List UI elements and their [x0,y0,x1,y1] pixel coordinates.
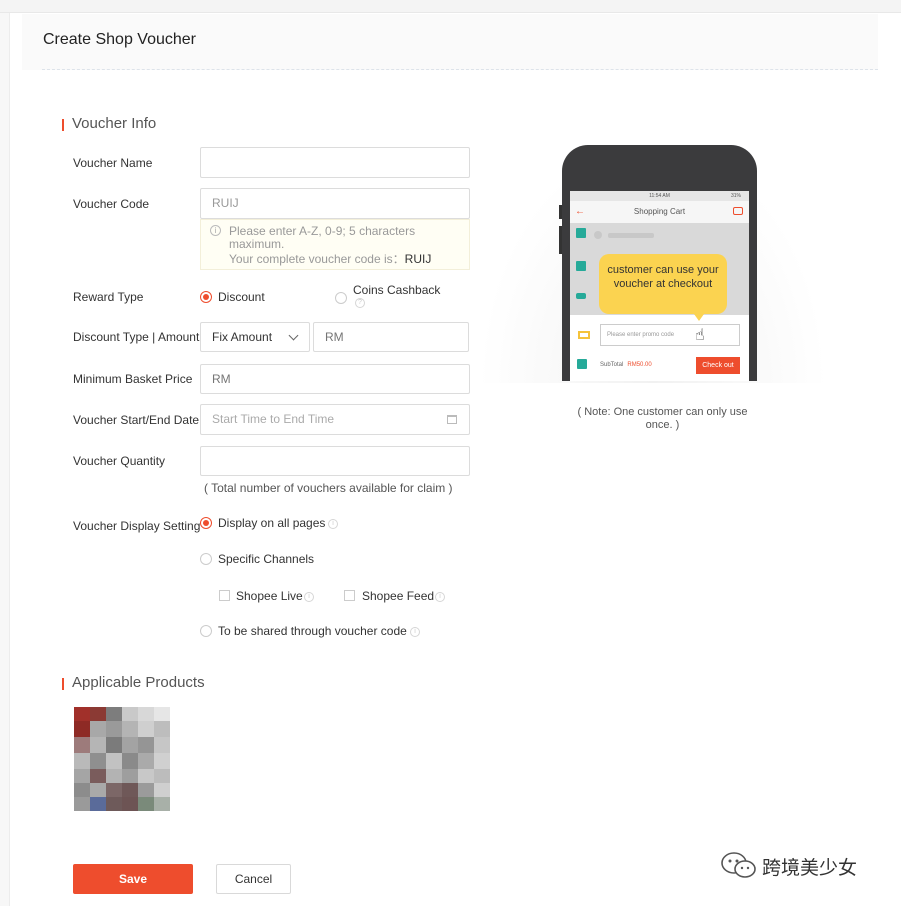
reward-coins-cashback-label[interactable]: Coins Cashback [353,283,440,297]
shared-voucher-code-radio[interactable] [200,625,212,637]
watermark-text: 跨境美少女 [762,857,858,879]
shopee-feed-label[interactable]: Shopee Feed [362,589,434,603]
pointer-hand-icon: ☝ [695,327,705,344]
reward-type-label: Reward Type [73,290,144,304]
reward-discount-label[interactable]: Discount [218,290,265,304]
hint-line-3: Your complete voucher code is：RUIJ [229,250,431,267]
page-title: Create Shop Voucher [43,31,196,48]
display-setting-label: Voucher Display Setting [73,519,201,533]
cart-title: Shopping Cart [633,207,686,216]
shop-name-placeholder [608,233,654,238]
voucher-code-hint: i Please enter A-Z, 0-9; 5 characters ma… [200,219,470,270]
specific-channels-radio[interactable] [200,553,212,565]
subtotal-value: RM50.00 [627,362,652,368]
save-button[interactable]: Save [73,864,193,894]
phone-status-bar: 11:54 AM 31% [570,191,749,201]
shopee-feed-info-icon[interactable]: i [435,592,445,602]
shared-voucher-code-info-icon[interactable]: i [410,627,420,637]
hint-line-3-prefix: Your complete voucher code is： [229,252,405,266]
shopee-live-checkbox[interactable] [219,590,230,601]
display-all-pages-label[interactable]: Display on all pages [218,516,325,530]
coins-cashback-info-icon[interactable]: ? [355,298,365,308]
shopee-live-info-icon[interactable]: i [304,592,314,602]
display-all-pages-info-icon[interactable]: i [328,519,338,529]
start-end-date-input[interactable]: Start Time to End Time [200,404,470,435]
promo-code-input: Please enter promo code [600,324,740,346]
cart-header: ← Shopping Cart [570,201,749,223]
header-divider [42,69,878,70]
shopee-feed-checkbox[interactable] [344,590,355,601]
minimum-basket-label: Minimum Basket Price [73,372,193,386]
section-title-voucher-info: Voucher Info [62,115,156,132]
section-title-applicable-products: Applicable Products [62,674,205,691]
minimum-basket-input[interactable] [200,364,470,394]
watermark: 跨境美少女 [720,850,890,880]
chat-icon [733,207,743,215]
subtotal-label: SubTotal [600,362,624,368]
reward-coins-cashback-radio[interactable] [335,292,347,304]
left-rail [0,13,10,906]
specific-channels-label[interactable]: Specific Channels [218,552,314,566]
discount-type-amount-label: Discount Type | Amount [73,330,200,344]
subtotal: SubTotal RM50.00 [600,362,652,368]
calendar-icon [447,415,457,424]
discount-type-select[interactable]: Fix Amount [200,322,310,352]
shared-voucher-code-label[interactable]: To be shared through voucher code [218,624,407,638]
item-checkbox-icon [576,228,586,238]
wechat-logo-icon [721,852,756,878]
discount-type-value: Fix Amount [212,330,273,344]
promo-area: Please enter promo code ☝ SubTotal RM50.0… [570,315,749,381]
product-thumbnail-image[interactable] [62,703,182,823]
hint-line-3-code: RUIJ [404,252,432,266]
status-battery: 31% [730,193,741,199]
back-arrow-icon: ← [575,206,585,217]
hint-line-2: maximum. [229,237,285,251]
status-time: 11:54 AM [649,193,670,199]
top-bar [0,0,901,13]
voucher-name-input[interactable] [200,147,470,178]
voucher-quantity-note: ( Total number of vouchers available for… [204,481,453,495]
voucher-name-label: Voucher Name [73,156,153,170]
voucher-code-input[interactable]: RUIJ [200,188,470,219]
discount-amount-input[interactable] [313,322,469,352]
info-icon: i [210,225,221,236]
display-all-pages-radio[interactable] [200,517,212,529]
shop-avatar-icon [594,231,602,239]
cancel-button[interactable]: Cancel [216,864,291,894]
hint-line-1: Please enter A-Z, 0-9; 5 characters [229,224,416,238]
preview-tooltip-bubble: customer can use your voucher at checkou… [599,254,727,321]
voucher-code-label: Voucher Code [73,197,150,211]
select-all-checkbox-icon [577,359,587,369]
shopee-live-label[interactable]: Shopee Live [236,589,303,603]
reward-discount-radio[interactable] [200,291,212,303]
start-end-date-label: Voucher Start/End Date [73,413,200,427]
voucher-quantity-input[interactable] [200,446,470,476]
shipping-truck-icon [576,293,586,299]
chevron-down-icon [288,330,299,341]
start-end-date-placeholder: Start Time to End Time [212,412,335,426]
item-checkbox-icon [576,261,586,271]
voucher-quantity-label: Voucher Quantity [73,454,166,468]
preview-note: ( Note: One customer can only use once. … [577,406,748,431]
checkout-button-preview: Check out [696,357,740,374]
voucher-ticket-icon [578,331,590,339]
